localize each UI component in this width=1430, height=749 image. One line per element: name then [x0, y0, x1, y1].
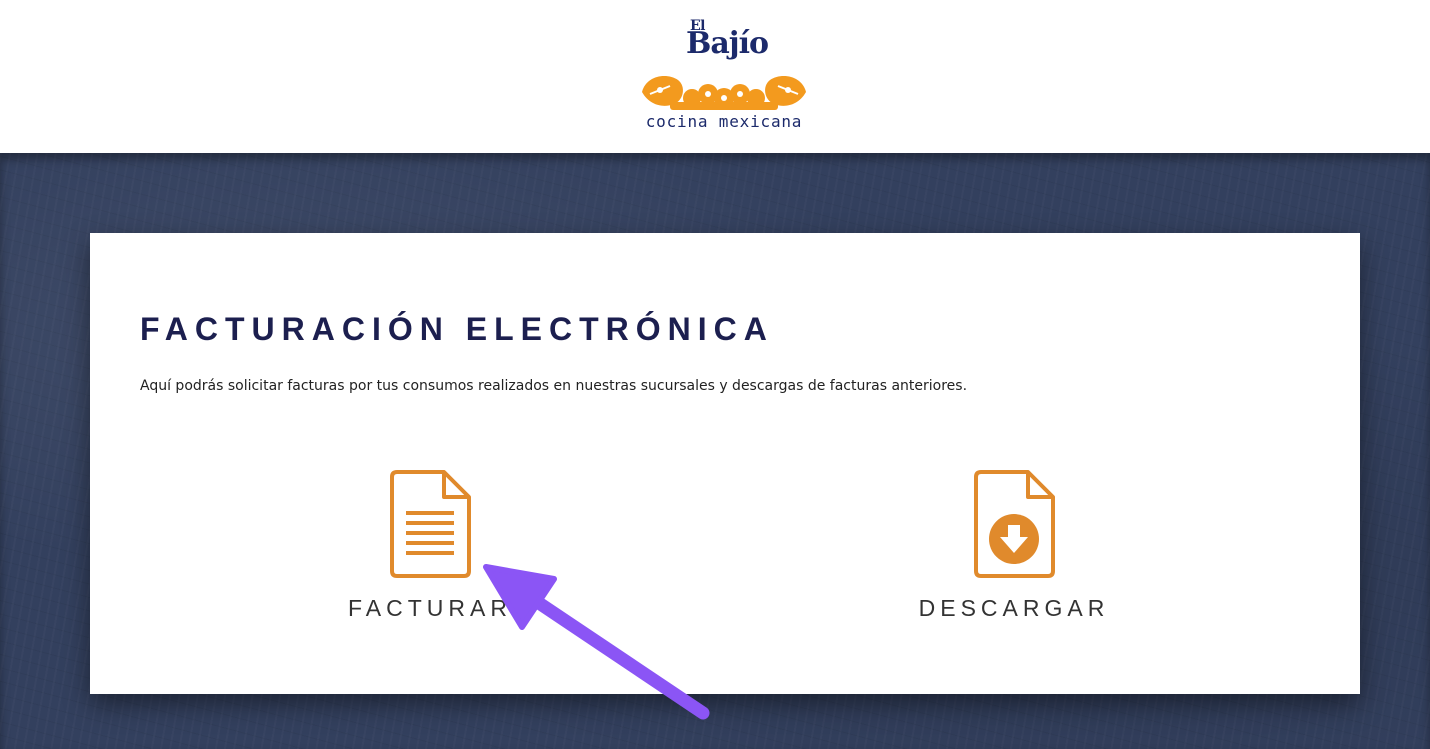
el-bajio-logo[interactable]: El Bajío cocina mexicana: [624, 14, 824, 134]
document-lines-icon: [390, 470, 471, 578]
descargar-button[interactable]: DESCARGAR: [884, 469, 1144, 629]
logo-tagline: cocina mexicana: [645, 112, 803, 131]
pointer-arrow-icon: [483, 564, 710, 720]
papel-picado-ornament-icon: [642, 76, 806, 110]
site-header: El Bajío cocina mexicana: [0, 0, 1430, 153]
page-title: FACTURACIÓN ELECTRÓNICA: [140, 311, 774, 347]
descargar-label: DESCARGAR: [918, 595, 1110, 621]
document-download-icon: [974, 470, 1055, 578]
page-description: Aquí podrás solicitar facturas por tus c…: [140, 378, 968, 394]
logo-name-text: Bajío: [686, 26, 769, 61]
